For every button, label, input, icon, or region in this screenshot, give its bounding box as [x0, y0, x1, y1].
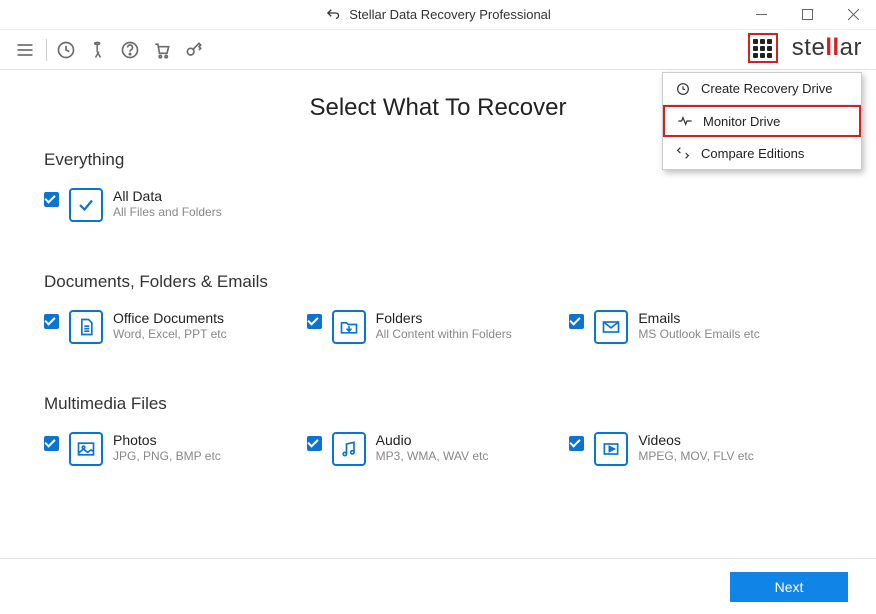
video-icon: [594, 432, 628, 466]
option-sub: JPG, PNG, BMP etc: [113, 449, 221, 463]
apps-grid-button[interactable]: [748, 33, 778, 63]
menu-label: Monitor Drive: [703, 114, 780, 129]
option-label: Photos: [113, 432, 221, 448]
email-icon: [594, 310, 628, 344]
menu-compare-editions[interactable]: Compare Editions: [663, 137, 861, 169]
checkbox[interactable]: [569, 314, 584, 329]
title-text: Stellar Data Recovery Professional: [349, 7, 551, 22]
option-sub: Word, Excel, PPT etc: [113, 327, 227, 341]
option-office-documents[interactable]: Office Documents Word, Excel, PPT etc: [44, 310, 307, 344]
history-button[interactable]: [53, 37, 79, 63]
checkbox[interactable]: [44, 192, 59, 207]
option-photos[interactable]: Photos JPG, PNG, BMP etc: [44, 432, 307, 466]
section-documents-title: Documents, Folders & Emails: [44, 272, 832, 292]
menu-label: Create Recovery Drive: [701, 81, 833, 96]
option-sub: MP3, WMA, WAV etc: [376, 449, 489, 463]
document-icon: [69, 310, 103, 344]
checkbox[interactable]: [307, 436, 322, 451]
monitor-drive-icon: [677, 113, 693, 129]
menu-create-recovery-drive[interactable]: Create Recovery Drive: [663, 73, 861, 105]
brand-logo: stellar: [792, 34, 862, 62]
titlebar: Stellar Data Recovery Professional: [0, 0, 876, 30]
research-button[interactable]: [85, 37, 111, 63]
next-button[interactable]: Next: [730, 572, 848, 602]
menu-monitor-drive[interactable]: Monitor Drive: [663, 105, 861, 137]
option-label: Audio: [376, 432, 489, 448]
option-label: Folders: [376, 310, 512, 326]
back-arrow-icon: [325, 7, 341, 23]
checkbox[interactable]: [307, 314, 322, 329]
all-data-icon: [69, 188, 103, 222]
checkbox[interactable]: [569, 436, 584, 451]
help-button[interactable]: [117, 37, 143, 63]
maximize-button[interactable]: [784, 0, 830, 29]
option-folders[interactable]: Folders All Content within Folders: [307, 310, 570, 344]
cart-button[interactable]: [149, 37, 175, 63]
option-all-data[interactable]: All Data All Files and Folders: [44, 188, 309, 222]
toolbar: stellar: [0, 30, 876, 70]
option-sub: MPEG, MOV, FLV etc: [638, 449, 753, 463]
close-button[interactable]: [830, 0, 876, 29]
checkbox[interactable]: [44, 314, 59, 329]
window-title: Stellar Data Recovery Professional: [325, 7, 551, 23]
option-label: Videos: [638, 432, 753, 448]
grid-icon: [753, 39, 772, 58]
option-videos[interactable]: Videos MPEG, MOV, FLV etc: [569, 432, 832, 466]
audio-icon: [332, 432, 366, 466]
option-label: Office Documents: [113, 310, 227, 326]
folder-icon: [332, 310, 366, 344]
checkbox[interactable]: [44, 436, 59, 451]
option-label: Emails: [638, 310, 759, 326]
option-emails[interactable]: Emails MS Outlook Emails etc: [569, 310, 832, 344]
menu-button[interactable]: [12, 37, 38, 63]
recovery-drive-icon: [675, 81, 691, 97]
menu-label: Compare Editions: [701, 146, 804, 161]
separator: [46, 39, 47, 61]
option-label: All Data: [113, 188, 222, 204]
key-button[interactable]: [181, 37, 207, 63]
apps-dropdown: Create Recovery Drive Monitor Drive Comp…: [662, 72, 862, 170]
option-sub: All Files and Folders: [113, 205, 222, 219]
option-sub: MS Outlook Emails etc: [638, 327, 759, 341]
section-multimedia-title: Multimedia Files: [44, 394, 832, 414]
option-sub: All Content within Folders: [376, 327, 512, 341]
compare-icon: [675, 145, 691, 161]
window-controls: [738, 0, 876, 29]
photo-icon: [69, 432, 103, 466]
footer: Next: [0, 558, 876, 614]
option-audio[interactable]: Audio MP3, WMA, WAV etc: [307, 432, 570, 466]
minimize-button[interactable]: [738, 0, 784, 29]
